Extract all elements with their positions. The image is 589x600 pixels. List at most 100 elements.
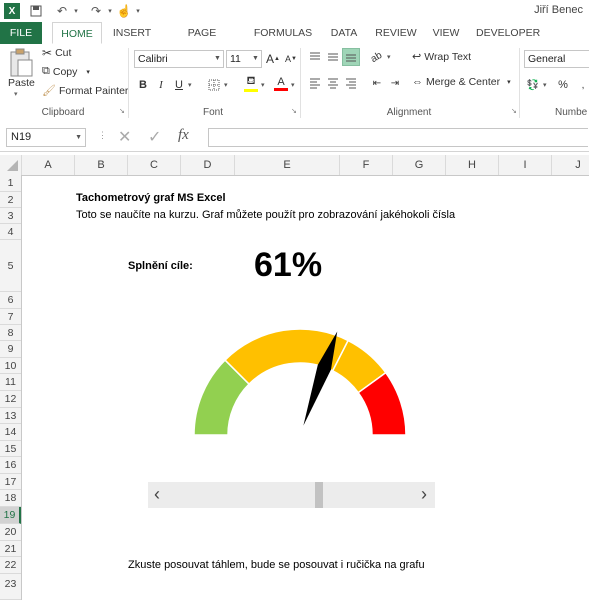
accounting-format-button[interactable]: 💱 [524,76,542,94]
format-painter-button[interactable]: 🖌 Format Painter [42,84,128,98]
italic-button[interactable]: I [152,76,170,94]
underline-dropdown-icon[interactable]: ▾ [188,81,192,89]
bold-button[interactable]: B [134,76,152,94]
row-header[interactable]: 12 [0,391,21,408]
row-header[interactable]: 11 [0,374,21,391]
row-header[interactable]: 4 [0,224,21,240]
formula-bar-grip-icon[interactable]: ⋮ [98,130,107,141]
top-align-button[interactable] [306,48,324,66]
scroll-thumb[interactable] [314,482,323,508]
grow-font-button[interactable]: A ▲ [264,50,282,68]
row-header[interactable]: 17 [0,474,21,490]
paste-button[interactable] [8,48,34,78]
font-color-button[interactable]: A [272,74,290,92]
insert-function-button[interactable]: fx [178,127,189,144]
column-header[interactable]: D [181,155,235,175]
row-header[interactable]: 21 [0,541,21,557]
row-header[interactable]: 20 [0,524,21,541]
borders-dropdown-icon[interactable]: ▾ [224,81,228,89]
alignment-launcher-icon[interactable]: ↘ [511,107,517,115]
tab-view[interactable]: VIEW [430,22,462,44]
select-all-button[interactable] [0,155,22,175]
row-header-selected[interactable]: 19 [0,507,21,524]
name-box[interactable]: N19 ▼ [6,128,86,147]
column-header[interactable]: G [393,155,446,175]
merge-dropdown-icon[interactable]: ▾ [507,78,511,86]
row-header[interactable]: 10 [0,358,21,374]
row-header[interactable]: 8 [0,325,21,341]
ribbon-tabs: FILE HOME INSERT PAGE LAYOUT FORMULAS DA… [0,22,589,61]
borders-button[interactable] [205,76,223,94]
orientation-button[interactable]: ab [368,48,386,66]
tab-review[interactable]: REVIEW [374,22,418,44]
shrink-font-button[interactable]: A ▼ [282,50,300,68]
tab-file[interactable]: FILE [0,22,42,44]
clipboard-launcher-icon[interactable]: ↘ [119,107,125,115]
merge-center-button[interactable]: ⇔ Merge & Center ▾ [412,76,511,88]
customize-qat-icon[interactable]: ▾ [130,3,146,19]
accounting-dropdown-icon[interactable]: ▾ [543,81,547,89]
row-header[interactable]: 7 [0,309,21,325]
column-header[interactable]: F [340,155,393,175]
value-scrollbar[interactable]: ‹ › [148,482,435,508]
tab-formulas[interactable]: FORMULAS [252,22,314,44]
cut-button[interactable]: ✂ Cut [42,46,71,60]
wrap-text-button[interactable]: ↩ Wrap Text [412,50,471,64]
font-name-select[interactable]: Calibri ▼ [134,50,224,68]
decrease-indent-button[interactable]: ⇤ [368,74,386,92]
tab-data[interactable]: DATA [326,22,362,44]
column-header[interactable]: A [22,155,75,175]
percent-style-button[interactable]: % [554,76,572,94]
row-header[interactable]: 2 [0,192,21,208]
row-header[interactable]: 3 [0,208,21,224]
row-header[interactable]: 13 [0,408,21,424]
cancel-icon[interactable]: ✕ [118,127,131,147]
align-right-button[interactable] [342,74,360,92]
font-size-select[interactable]: 11 ▼ [226,50,262,68]
row-header[interactable]: 16 [0,457,21,474]
undo-dropdown-icon[interactable]: ▾ [68,3,84,19]
row-header[interactable]: 23 [0,574,21,600]
font-launcher-icon[interactable]: ↘ [291,107,297,115]
column-header[interactable]: H [446,155,499,175]
orientation-dropdown-icon[interactable]: ▾ [387,53,391,61]
save-icon[interactable] [28,3,44,19]
row-header[interactable]: 5 [0,240,21,292]
align-center-button[interactable] [324,74,342,92]
enter-icon[interactable]: ✓ [148,127,161,147]
bottom-align-button[interactable] [342,48,360,66]
row-header[interactable]: 1 [0,175,21,192]
fill-color-button[interactable]: ⛾ [242,74,260,92]
row-header[interactable]: 6 [0,292,21,309]
middle-align-button[interactable] [324,48,342,66]
formula-input[interactable] [208,128,588,147]
tab-page-layout[interactable]: PAGE LAYOUT [166,22,238,61]
paste-dropdown-icon[interactable]: ▾ [14,90,18,98]
row-header[interactable]: 18 [0,490,21,507]
column-header[interactable]: C [128,155,181,175]
fill-color-dropdown-icon[interactable]: ▾ [261,81,265,89]
tab-home[interactable]: HOME [52,22,102,44]
tab-insert[interactable]: INSERT [112,22,152,44]
row-header[interactable]: 14 [0,424,21,441]
paste-label[interactable]: Paste [8,77,35,89]
copy-dropdown-icon[interactable]: ▾ [86,68,90,76]
row-header[interactable]: 15 [0,441,21,457]
column-header[interactable]: I [499,155,552,175]
copy-button[interactable]: ⧉ Copy ▾ [42,65,90,78]
user-name[interactable]: Jiří Benec [534,4,583,16]
scroll-left-arrow[interactable]: ‹ [154,484,160,505]
row-header[interactable]: 22 [0,557,21,574]
underline-button[interactable]: U [170,76,188,94]
comma-style-button[interactable]: , [574,76,589,94]
number-format-select[interactable]: General [524,50,589,68]
row-header[interactable]: 9 [0,341,21,358]
column-header[interactable]: E [235,155,340,175]
column-header[interactable]: J [552,155,589,175]
font-color-dropdown-icon[interactable]: ▾ [291,81,295,89]
column-header[interactable]: B [75,155,128,175]
tab-developer[interactable]: DEVELOPER [476,22,540,44]
scroll-right-arrow[interactable]: › [421,484,427,505]
align-left-button[interactable] [306,74,324,92]
increase-indent-button[interactable]: ⇥ [386,74,404,92]
